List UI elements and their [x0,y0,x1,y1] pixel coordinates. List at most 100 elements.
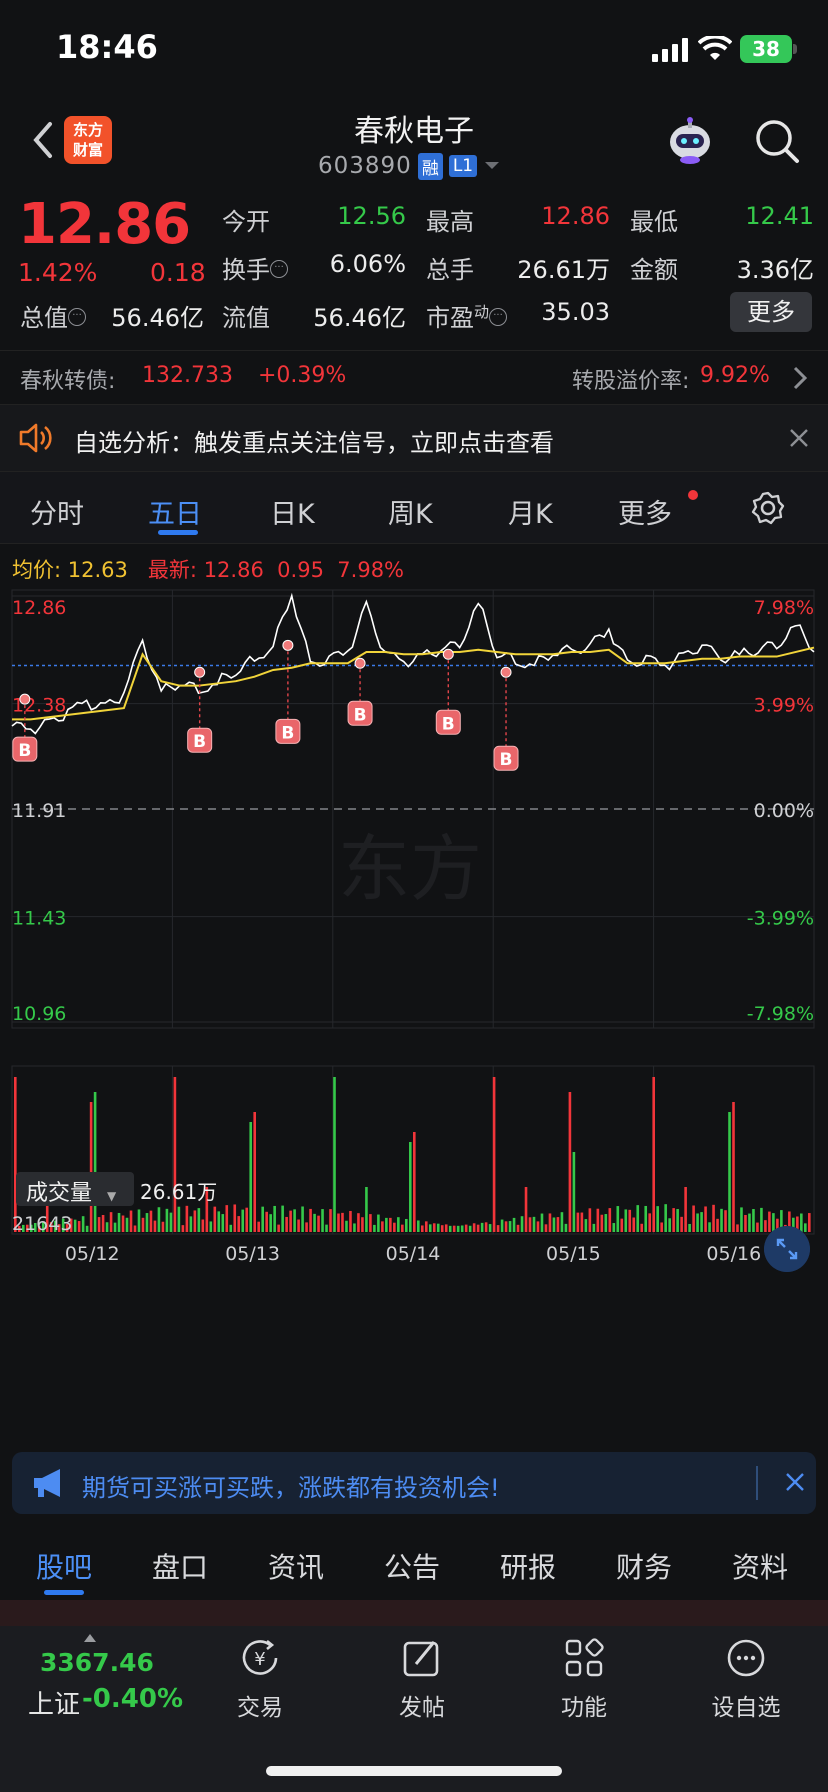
speaker-icon [19,423,52,453]
volume-bar [644,1205,648,1232]
info-icon[interactable]: ··· [68,308,86,326]
volume-bar [652,1077,655,1232]
tab-monthly-k[interactable]: 月K [508,492,553,531]
volume-bar [556,1217,560,1232]
pct-tick-right: -3.99% [747,908,814,930]
volume-bar [201,1219,205,1232]
buy-signal-dot [500,666,512,678]
status-bar: 18:46 38 [0,0,828,96]
volume-bar [213,1206,217,1232]
index-change[interactable]: -0.40% [82,1684,183,1714]
tab-research[interactable]: 研报 [500,1546,556,1586]
high-label: 最高 [426,208,474,236]
tab-daily-k[interactable]: 日K [270,492,315,531]
volume-bar [14,1077,17,1232]
pct-tick-right: 0.00% [754,800,814,822]
chevron-right-icon [793,366,808,390]
volume-bar [500,1219,504,1232]
tab-intraday[interactable]: 分时 [30,492,84,531]
volume-bar [281,1205,284,1232]
more-button[interactable]: 更多 [730,292,812,332]
volume-bar [241,1209,245,1232]
volume-bar [596,1208,600,1232]
volume-bar [756,1222,759,1232]
mktcap-label: 总值 ··· [20,298,86,333]
alert-banner[interactable]: 自选分析：触发重点关注信号，立即点击查看 [0,404,828,472]
stock-code: 603890 [318,153,412,179]
volume-indicator-select[interactable]: 成交量 ▼ [16,1172,134,1206]
robot-assistant-icon[interactable] [664,114,716,166]
nav-functions[interactable]: 功能 [524,1636,644,1722]
gear-icon[interactable] [750,490,786,526]
volume-bar [189,1216,193,1232]
volume-bar [656,1206,659,1232]
close-icon[interactable] [784,1471,806,1493]
volume-bar [237,1216,241,1232]
amount-value: 3.36亿 [736,256,814,284]
price-tick-left: 11.43 [12,908,66,930]
index-name[interactable]: 上证 [28,1684,80,1721]
volume-bar [636,1205,640,1232]
buy-signal-dot [194,666,206,678]
tab-five-day[interactable]: 五日 [148,492,202,531]
tab-announcements[interactable]: 公告 [384,1546,440,1586]
close-icon[interactable] [788,427,810,449]
tab-more[interactable]: 更多 [618,492,672,531]
volume-bar [93,1092,97,1232]
float-label: 流值 [222,304,270,332]
volume-bar [297,1219,300,1232]
avg-label: 均价: [12,558,62,582]
info-icon[interactable]: ··· [489,308,508,326]
info-icon[interactable]: ··· [270,260,288,278]
convertible-bond-row[interactable]: 春秋转债: 132.733 +0.39% 转股溢价率: 9.92% [0,350,828,402]
volume-bar [632,1217,636,1232]
volume-bar [85,1225,89,1232]
low-label: 最低 [630,208,678,236]
volume-bar [528,1217,532,1232]
more-circle-icon [727,1639,765,1677]
volume-bar [401,1224,404,1232]
date-tick: 05/13 [225,1243,280,1265]
search-icon[interactable] [754,118,800,164]
buy-signal-label: B [442,714,455,734]
volume-bar [804,1223,807,1232]
bond-price: 132.733 [142,363,233,388]
volume-bar [696,1213,699,1232]
volume-bar [748,1213,751,1232]
promo-banner[interactable]: 期货可买涨可买跌，涨跌都有投资机会! [12,1452,816,1514]
price-lines [11,592,815,735]
tab-profile[interactable]: 资料 [732,1546,788,1586]
tab-weekly-k[interactable]: 周K [388,492,433,531]
volume-bar [668,1218,671,1232]
volume-bar [245,1207,249,1232]
amount-label: 金额 [630,256,678,284]
volume-bar [616,1206,620,1232]
tab-forum[interactable]: 股吧 [36,1546,92,1586]
nav-add-watchlist[interactable]: 设自选 [686,1636,806,1722]
tab-financials[interactable]: 财务 [616,1546,672,1586]
index-value[interactable]: 3367.46 [40,1648,154,1677]
tab-orderbook[interactable]: 盘口 [152,1546,208,1586]
margin-tag: 融 [417,152,443,180]
expand-icon[interactable] [764,1226,810,1272]
volume-bar [81,1216,85,1232]
latest-label: 最新: [147,558,197,582]
nav-post[interactable]: 发帖 [362,1636,482,1722]
home-indicator [266,1766,562,1776]
volume-bar [277,1224,280,1232]
volume-bar [129,1210,133,1232]
volume-bar [444,1224,448,1232]
tab-news[interactable]: 资讯 [268,1546,324,1586]
volume-bar [101,1214,105,1232]
volume-bar [436,1223,440,1232]
nav-trade[interactable]: ¥ 交易 [200,1636,320,1722]
volume-bar [752,1209,755,1232]
volume-bar [612,1223,616,1232]
volume-bar [309,1208,312,1232]
volume-bar [560,1212,564,1232]
volume-bar [317,1215,320,1232]
stock-code-row[interactable]: 603890 融 L1 [318,150,501,182]
volume-bar [460,1225,464,1232]
volume-bar [397,1217,400,1232]
volume-bar [361,1217,364,1232]
